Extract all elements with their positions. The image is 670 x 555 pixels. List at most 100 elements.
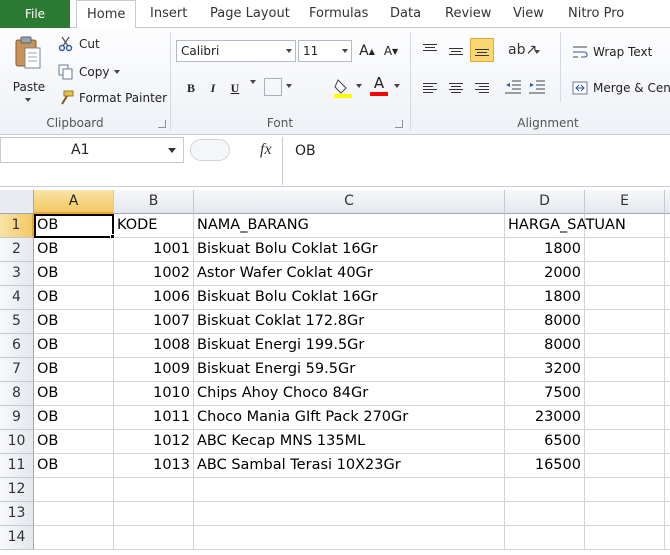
cell-c10[interactable]: ABC Kecap MNS 135ML [194, 430, 505, 454]
borders-icon[interactable] [264, 78, 282, 96]
formula-bar-splitter[interactable] [190, 139, 230, 161]
row-header-9[interactable]: 9 [0, 406, 34, 430]
tab-insert[interactable]: Insert [150, 0, 187, 28]
row-header-8[interactable]: 8 [0, 382, 34, 406]
align-right-button[interactable] [470, 76, 494, 100]
chevron-down-icon[interactable] [286, 49, 292, 53]
cell-c5[interactable]: Biskuat Coklat 172.8Gr [194, 310, 505, 334]
cell-a3[interactable]: OB [34, 262, 114, 286]
cell-a5[interactable]: OB [34, 310, 114, 334]
chevron-down-icon[interactable] [250, 80, 256, 84]
cell-e5[interactable] [585, 310, 665, 334]
tab-file[interactable]: File [0, 0, 70, 28]
wrap-text-button[interactable]: Wrap Text [572, 42, 652, 62]
cell-f10[interactable] [665, 430, 670, 454]
copy-button[interactable]: Copy [58, 62, 121, 82]
cell-b10[interactable]: 1012 [114, 430, 194, 454]
cell-c2[interactable]: Biskuat Bolu Coklat 16Gr [194, 238, 505, 262]
formula-input[interactable]: OB [282, 137, 670, 185]
cell-b8[interactable]: 1010 [114, 382, 194, 406]
cell-e8[interactable] [585, 382, 665, 406]
cell-f5[interactable] [665, 310, 670, 334]
row-header-4[interactable]: 4 [0, 286, 34, 310]
column-header-e[interactable]: E [585, 190, 665, 214]
row-header-5[interactable]: 5 [0, 310, 34, 334]
italic-button[interactable]: I [202, 77, 224, 99]
cell-c1[interactable]: NAMA_BARANG [194, 214, 505, 238]
bold-button[interactable]: B [180, 77, 202, 99]
tab-data[interactable]: Data [390, 0, 421, 28]
align-top-button[interactable] [418, 38, 442, 62]
cell-c8[interactable]: Chips Ahoy Choco 84Gr [194, 382, 505, 406]
cell-b2[interactable]: 1001 [114, 238, 194, 262]
column-header-d[interactable]: D [505, 190, 585, 214]
cell-a10[interactable]: OB [34, 430, 114, 454]
row-header-7[interactable]: 7 [0, 358, 34, 382]
row-header-1[interactable]: 1 [0, 214, 34, 238]
format-painter-button[interactable]: Format Painter [58, 88, 167, 108]
cell-c7[interactable]: Biskuat Energi 59.5Gr [194, 358, 505, 382]
align-center-button[interactable] [444, 76, 468, 100]
chevron-down-icon[interactable] [168, 148, 176, 153]
underline-button[interactable]: U [224, 77, 246, 99]
shrink-font-button[interactable]: A ▼ [380, 40, 402, 62]
cell-d4[interactable]: 1800 [505, 286, 585, 310]
align-bottom-button[interactable] [470, 38, 494, 62]
cell-d6[interactable]: 8000 [505, 334, 585, 358]
cell-d5[interactable]: 8000 [505, 310, 585, 334]
merge-center-button[interactable]: Merge & Center [572, 78, 670, 98]
chevron-down-icon[interactable] [534, 50, 540, 54]
cell-b4[interactable]: 1006 [114, 286, 194, 310]
insert-function-icon[interactable]: fx [260, 141, 272, 159]
cell-a13[interactable] [34, 502, 114, 526]
cell-b11[interactable]: 1013 [114, 454, 194, 478]
row-header-13[interactable]: 13 [0, 502, 34, 526]
column-header-f[interactable] [665, 190, 670, 214]
cell-f6[interactable] [665, 334, 670, 358]
cell-c13[interactable] [194, 502, 505, 526]
cell-c9[interactable]: Choco Mania GIft Pack 270Gr [194, 406, 505, 430]
cell-c12[interactable] [194, 478, 505, 502]
paste-dropdown-arrow[interactable] [25, 98, 31, 102]
column-header-b[interactable]: B [114, 190, 194, 214]
row-header-2[interactable]: 2 [0, 238, 34, 262]
cell-e9[interactable] [585, 406, 665, 430]
cell-b9[interactable]: 1011 [114, 406, 194, 430]
cell-d3[interactable]: 2000 [505, 262, 585, 286]
column-header-a[interactable]: A [34, 190, 114, 214]
tab-formulas[interactable]: Formulas [309, 0, 368, 28]
font-color-button[interactable]: A [368, 74, 390, 98]
cell-f11[interactable] [665, 454, 670, 478]
cell-c3[interactable]: Astor Wafer Coklat 40Gr [194, 262, 505, 286]
cell-e11[interactable] [585, 454, 665, 478]
align-left-button[interactable] [418, 76, 442, 100]
cell-e3[interactable] [585, 262, 665, 286]
cell-d9[interactable]: 23000 [505, 406, 585, 430]
chevron-down-icon[interactable] [342, 49, 348, 53]
cell-a6[interactable]: OB [34, 334, 114, 358]
cell-f9[interactable] [665, 406, 670, 430]
font-launcher-icon[interactable] [395, 120, 403, 128]
row-header-12[interactable]: 12 [0, 478, 34, 502]
cell-e2[interactable] [585, 238, 665, 262]
font-name-box[interactable]: Calibri [176, 40, 296, 62]
cell-e7[interactable] [585, 358, 665, 382]
fill-handle[interactable] [110, 234, 115, 239]
cell-a14[interactable] [34, 526, 114, 550]
cell-d8[interactable]: 7500 [505, 382, 585, 406]
orientation-icon[interactable]: ab↗ [508, 42, 537, 58]
chevron-down-icon[interactable] [356, 84, 362, 88]
row-header-11[interactable]: 11 [0, 454, 34, 478]
cell-e6[interactable] [585, 334, 665, 358]
cell-d13[interactable] [505, 502, 585, 526]
align-middle-button[interactable] [444, 38, 468, 62]
cell-f12[interactable] [665, 478, 670, 502]
font-size-box[interactable]: 11 [298, 40, 352, 62]
cell-f14[interactable] [665, 526, 670, 550]
select-all-corner[interactable] [0, 190, 34, 214]
row-header-3[interactable]: 3 [0, 262, 34, 286]
chevron-down-icon[interactable] [286, 84, 292, 88]
grow-font-button[interactable]: A ▲ [356, 40, 378, 62]
chevron-down-icon[interactable] [114, 70, 121, 74]
cell-e4[interactable] [585, 286, 665, 310]
